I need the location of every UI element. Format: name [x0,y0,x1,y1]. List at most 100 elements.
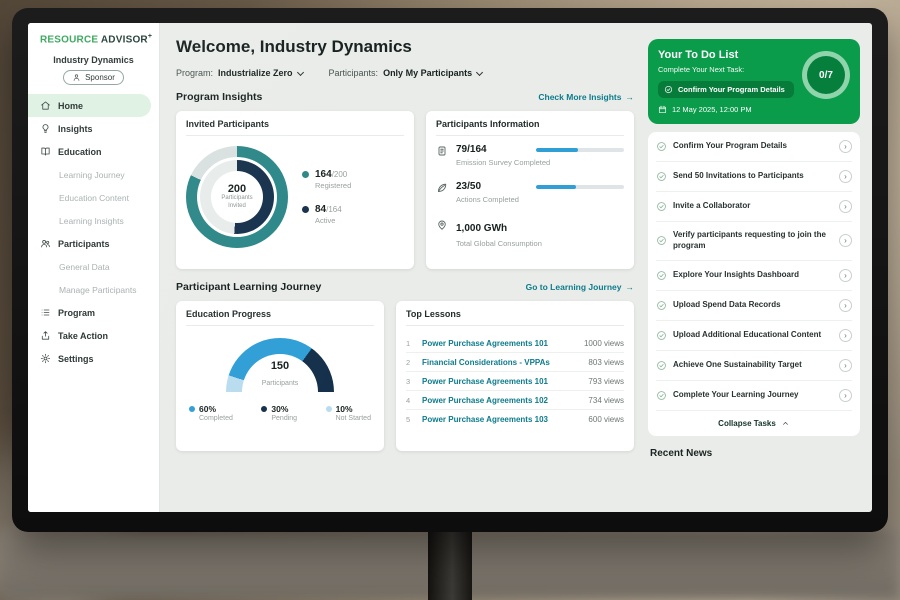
legend-item-completed: 60% Completed [189,404,233,422]
sidebar-item-insights[interactable]: Insights [28,117,151,140]
sidebar-item-manage-participants[interactable]: Manage Participants [28,278,151,301]
donut-center-value: 200 [228,183,246,195]
lesson-row: 3 Power Purchase Agreements 101 793 view… [406,372,624,391]
stat-content: 1,000 GWh Total Global Consumption [456,218,624,248]
legend-item-pending: 30% Pending [261,404,297,422]
task-item[interactable]: Invite a Collaborator › [656,192,852,222]
sidebar-item-label: Learning Journey [59,170,125,180]
gauge-center: 150 Participants [226,360,334,390]
lesson-link[interactable]: Power Purchase Agreements 101 [422,377,580,386]
sidebar-item-settings[interactable]: Settings [28,347,151,370]
filters-row: Program: Industrialize Zero Participants… [176,68,634,78]
next-task-label: Confirm Your Program Details [678,85,785,94]
learning-journey-cards: Education Progress 150 Participants [176,301,634,451]
task-check-icon [656,141,667,152]
chevron-right-icon[interactable]: › [839,234,852,247]
sidebar-item-learning-journey[interactable]: Learning Journey [28,163,151,186]
legend-dot-pending [261,406,267,412]
legend-label: Completed [199,415,233,422]
next-task-chip[interactable]: Confirm Your Program Details [658,81,794,98]
task-item[interactable]: Confirm Your Program Details › [656,132,852,162]
sidebar-item-label: Settings [58,354,94,364]
legend-suffix: /164 [326,205,342,214]
next-task-due: 12 May 2025, 12:00 PM [658,105,850,114]
go-to-learning-journey-link[interactable]: Go to Learning Journey → [526,282,634,292]
lesson-link[interactable]: Power Purchase Agreements 102 [422,396,580,405]
sidebar-item-education-content[interactable]: Education Content [28,186,151,209]
chevron-right-icon[interactable]: › [839,329,852,342]
lesson-views: 793 views [588,377,624,386]
lesson-row: 5 Power Purchase Agreements 103 600 view… [406,410,624,428]
check-more-insights-link[interactable]: Check More Insights → [538,92,634,102]
legend-dot-registered [302,171,309,178]
task-label: Explore Your Insights Dashboard [673,270,833,281]
sidebar-item-education[interactable]: Education [28,140,151,163]
collapse-label: Collapse Tasks [718,419,776,428]
sidebar-item-take-action[interactable]: Take Action [28,324,151,347]
lesson-link[interactable]: Financial Considerations - VPPAs [422,358,580,367]
sidebar-item-label: Education Content [59,193,129,203]
sidebar-item-label: Manage Participants [59,285,137,295]
sidebar-item-label: Program [58,308,95,318]
program-filter-value: Industrialize Zero [218,68,293,78]
participants-filter-value: Only My Participants [383,68,472,78]
link-label: Go to Learning Journey [526,282,622,292]
sidebar-item-general-data[interactable]: General Data [28,255,151,278]
recent-news-title: Recent News [648,448,860,459]
participants-information-card: Participants Information 79/164 Emission… [426,111,634,269]
lesson-row: 4 Power Purchase Agreements 102 734 view… [406,391,624,410]
participants-filter-dropdown[interactable]: Participants: Only My Participants [329,68,483,78]
chevron-right-icon[interactable]: › [839,269,852,282]
gear-icon [40,353,51,364]
lesson-rank: 5 [406,415,414,424]
stat-emission-survey: 79/164 Emission Survey Completed [436,144,624,167]
sidebar-item-label: Learning Insights [59,216,124,226]
calendar-icon [658,105,667,114]
sidebar-item-label: Participants [58,239,110,249]
org-name: Industry Dynamics [28,55,159,65]
program-filter-dropdown[interactable]: Program: Industrialize Zero [176,68,303,78]
lesson-link[interactable]: Power Purchase Agreements 101 [422,339,576,348]
legend-text: 10% Not Started [336,404,371,422]
legend-dot-not-started [326,406,332,412]
task-item[interactable]: Upload Spend Data Records › [656,291,852,321]
task-check-icon [656,300,667,311]
education-legend: 60% Completed 30% Pending [186,404,374,422]
sidebar-item-learning-insights[interactable]: Learning Insights [28,209,151,232]
task-item[interactable]: Explore Your Insights Dashboard › [656,261,852,291]
program-insights-header: Program Insights Check More Insights → [176,91,634,103]
legend-label: Pending [271,415,297,422]
chevron-right-icon[interactable]: › [839,299,852,312]
task-label: Confirm Your Program Details [673,141,833,152]
task-check-icon [656,201,667,212]
task-item[interactable]: Send 50 Invitations to Participants › [656,162,852,192]
chevron-right-icon[interactable]: › [839,200,852,213]
legend-text: 30% Pending [271,404,297,422]
sidebar-item-participants[interactable]: Participants [28,232,151,255]
program-insights-title: Program Insights [176,91,262,103]
stat-label: Actions Completed [456,195,624,204]
sponsor-badge[interactable]: Sponsor [63,70,124,85]
lesson-link[interactable]: Power Purchase Agreements 103 [422,415,580,424]
collapse-tasks-button[interactable]: Collapse Tasks [656,411,852,436]
lesson-views: 734 views [588,396,624,405]
task-check-icon [656,270,667,281]
todo-header-card: Your To Do List Complete Your Next Task:… [648,39,860,124]
task-item[interactable]: Verify participants requesting to join t… [656,222,852,261]
donut-center-label: Participants Invited [217,195,257,211]
todo-task-list: Confirm Your Program Details › Send 50 I… [648,132,860,436]
legend-item-registered: 164/200 Registered [302,169,351,190]
task-item[interactable]: Complete Your Learning Journey › [656,381,852,411]
chevron-right-icon[interactable]: › [839,170,852,183]
chevron-down-icon [296,68,303,75]
education-card-title: Education Progress [186,309,374,326]
legend-value: 60% [199,404,233,414]
sidebar-item-home[interactable]: Home [28,94,151,117]
task-item[interactable]: Achieve One Sustainability Target › [656,351,852,381]
chevron-right-icon[interactable]: › [839,140,852,153]
chevron-right-icon[interactable]: › [839,359,852,372]
chevron-right-icon[interactable]: › [839,389,852,402]
stat-content: 23/50 Actions Completed [456,181,624,204]
task-item[interactable]: Upload Additional Educational Content › [656,321,852,351]
sidebar-item-program[interactable]: Program [28,301,151,324]
